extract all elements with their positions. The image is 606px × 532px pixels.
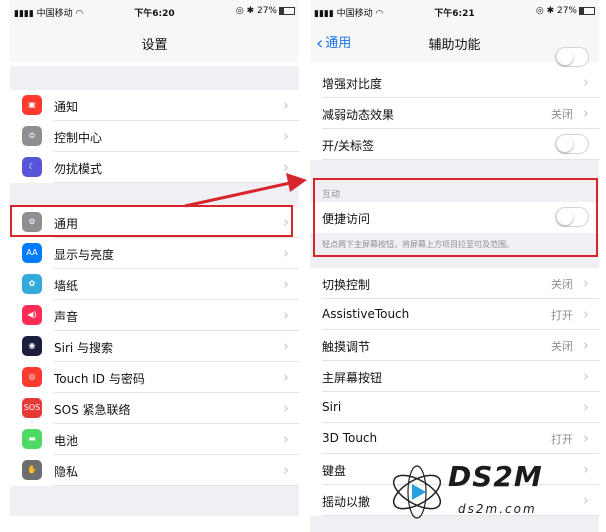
watermark-brand: DS2M xyxy=(448,460,543,493)
watermark: DS2M ds2m.com xyxy=(386,454,596,530)
arrow-icon xyxy=(184,173,307,208)
watermark-domain: ds2m.com xyxy=(458,502,537,516)
watermark-logo-icon xyxy=(392,465,442,519)
